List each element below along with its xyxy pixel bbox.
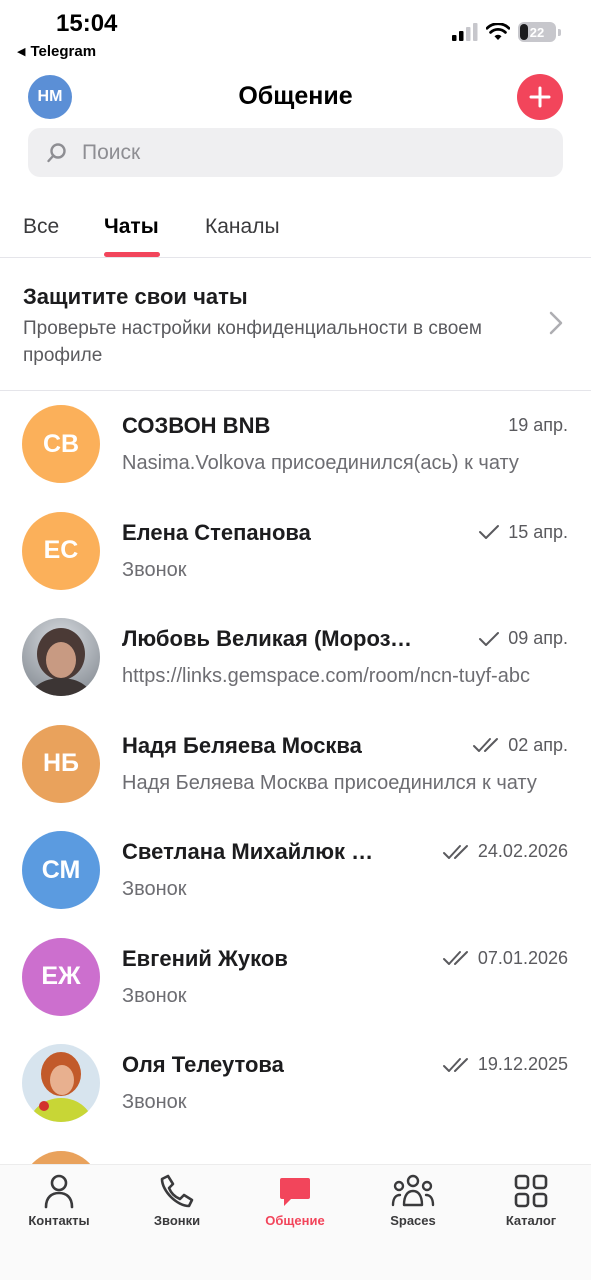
chat-name: Светлана Михайлюк Сергеевна — [122, 839, 382, 864]
chat-avatar: НБ — [22, 724, 100, 803]
status-bar: 15:04 ◀ Telegram 22 — [0, 0, 591, 66]
privacy-banner-text: Проверьте настройки конфиденциальности в… — [23, 318, 482, 366]
double-check-icon — [442, 1057, 468, 1072]
nav-spaces[interactable]: Spaces — [354, 1173, 472, 1228]
chat-list: СВ СОЗВОН BNB 19 апр. Nasima.Volkova при… — [0, 392, 591, 1164]
people-group-icon — [391, 1174, 435, 1207]
chat-preview: Звонок — [122, 558, 187, 581]
chat-avatar: ЕС — [22, 511, 100, 590]
new-chat-button[interactable] — [517, 74, 563, 120]
single-check-icon — [479, 525, 500, 539]
nav-calls[interactable]: Звонки — [118, 1173, 236, 1228]
double-check-icon — [473, 738, 499, 752]
page-title: Общение — [238, 82, 353, 110]
chat-tabs: Все Чаты Каналы — [0, 200, 591, 258]
battery-level: 22 — [529, 24, 545, 40]
chat-row[interactable]: ЕЖ Евгений Жуков 07.01.2026 Звонок — [0, 925, 591, 1032]
nav-label: Каталог — [505, 1213, 557, 1228]
chat-meta: 07.01.2026 — [442, 948, 568, 969]
chat-date: 07.01.2026 — [477, 947, 568, 968]
chat-name: Оля Телеутова — [122, 1052, 284, 1077]
nav-contacts[interactable]: Контакты — [0, 1173, 118, 1228]
chat-preview: Nasima.Volkova присоединился(ась) к чату — [122, 452, 519, 474]
chat-date: 09 апр. — [508, 628, 568, 648]
chat-name: Любовь Великая (Морозова) — [122, 626, 422, 651]
chat-row[interactable]: СМ Светлана Михайлюк Сергеевна 24.02.202… — [0, 818, 591, 925]
chat-name: Надя Беляева Москва — [122, 732, 362, 758]
search-icon — [47, 142, 66, 162]
chat-avatar: СМ — [22, 831, 100, 909]
chat-meta: 19 апр. — [508, 415, 568, 436]
chat-preview: Звонок — [122, 1091, 187, 1113]
chat-row[interactable]: ЕС Елена Степанова 15 апр. Звонок — [0, 499, 591, 606]
privacy-banner-title: Защитите свои чаты — [23, 284, 248, 309]
person-icon — [44, 1174, 74, 1209]
privacy-banner[interactable]: Защитите свои чаты Проверьте настройки к… — [0, 259, 591, 391]
chat-meta: 19.12.2025 — [442, 1054, 568, 1075]
chat-row[interactable]: НБ Надя Беляева Москва 02 апр. Надя Беля… — [0, 712, 591, 819]
status-icons: 22 — [452, 22, 561, 42]
nav-label: Spaces — [390, 1213, 436, 1228]
chat-preview: Звонок — [122, 984, 187, 1007]
chat-name: СОЗВОН BNB — [122, 413, 271, 438]
back-app-label: Telegram — [30, 43, 97, 60]
chat-avatar — [22, 1150, 100, 1164]
chat-date: 02 апр. — [508, 734, 568, 755]
chat-meta: 09 апр. — [478, 628, 568, 649]
double-check-icon — [442, 844, 468, 859]
chevron-right-icon — [549, 311, 563, 335]
tab-channels[interactable]: Каналы — [205, 215, 280, 239]
chat-row[interactable] — [0, 1138, 591, 1164]
tab-chats[interactable]: Чаты — [104, 215, 159, 239]
chat-bubble-icon — [280, 1178, 310, 1206]
app-header: НМ Общение — [0, 70, 591, 124]
chat-preview: Надя Беляева Москва присоединился к чату — [122, 771, 537, 794]
chat-avatar: ЕЖ — [22, 937, 100, 1016]
battery-cap — [558, 28, 561, 36]
double-check-icon — [442, 951, 468, 965]
chat-avatar: СВ — [22, 405, 100, 483]
back-triangle-icon: ◀ — [17, 46, 26, 58]
chat-avatar-photo — [22, 618, 100, 696]
status-time: 15:04 — [56, 10, 118, 37]
nav-label: Контакты — [28, 1213, 90, 1228]
back-to-app-link[interactable]: ◀ Telegram — [17, 43, 96, 60]
tab-all[interactable]: Все — [23, 215, 59, 239]
search-input[interactable] — [82, 140, 522, 165]
chat-date: 15 апр. — [508, 521, 568, 542]
chat-avatar-photo — [22, 1044, 100, 1122]
chat-name: Елена Степанова — [122, 519, 311, 545]
chat-name: Евгений Жуков — [122, 945, 288, 971]
battery-icon: 22 — [518, 22, 556, 42]
nav-label: Звонки — [153, 1213, 201, 1228]
bottom-nav: Контакты Звонки Общение Spaces Каталог — [0, 1164, 591, 1280]
chat-date: 24.02.2026 — [477, 841, 568, 861]
nav-catalog[interactable]: Каталог — [472, 1173, 590, 1228]
chat-preview: Звонок — [122, 878, 187, 900]
nav-label: Общение — [265, 1213, 325, 1228]
cellular-signal-icon — [452, 23, 478, 41]
chat-meta: 15 апр. — [478, 522, 568, 543]
chat-row[interactable]: СВ СОЗВОН BNB 19 апр. Nasima.Volkova при… — [0, 392, 591, 499]
chat-date: 19.12.2025 — [477, 1054, 568, 1074]
plus-icon — [529, 86, 551, 108]
chat-date: 19 апр. — [508, 415, 568, 435]
chat-meta: 24.02.2026 — [442, 841, 568, 862]
active-tab-indicator — [104, 252, 160, 257]
nav-messaging[interactable]: Общение — [236, 1173, 354, 1228]
chat-preview: https://links.gemspace.com/room/ncn-tuyf… — [122, 665, 530, 687]
chat-row[interactable]: Оля Телеутова 19.12.2025 Звонок — [0, 1031, 591, 1138]
single-check-icon — [479, 631, 500, 646]
phone-icon — [160, 1174, 194, 1208]
grid-icon — [514, 1174, 548, 1208]
search-bar[interactable] — [28, 128, 563, 177]
chat-row[interactable]: Любовь Великая (Морозова) 09 апр. https:… — [0, 605, 591, 712]
wifi-icon — [486, 23, 510, 40]
chat-meta: 02 апр. — [472, 735, 568, 756]
